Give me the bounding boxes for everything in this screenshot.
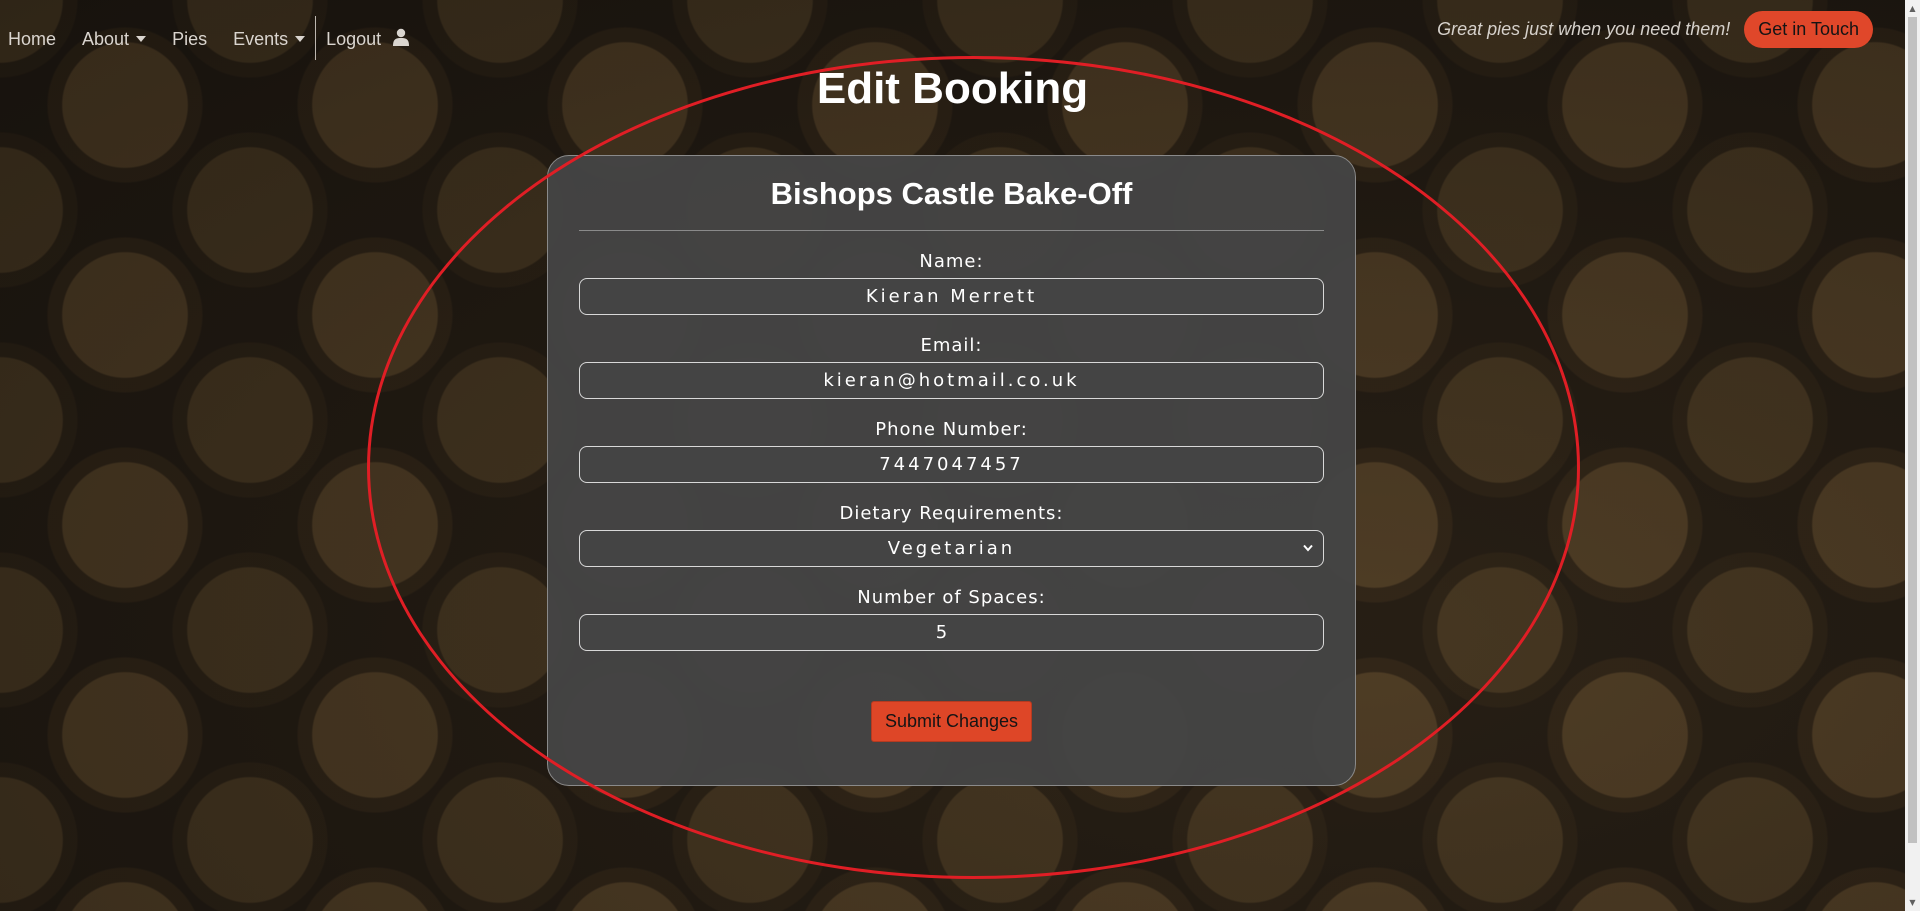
nav-divider xyxy=(315,16,317,60)
submit-changes-button[interactable]: Submit Changes xyxy=(870,701,1033,742)
dietary-label: Dietary Requirements: xyxy=(839,503,1064,524)
user-icon[interactable] xyxy=(393,28,410,51)
scroll-down-arrow-icon[interactable]: ▼ xyxy=(1905,894,1920,911)
nav-events-dropdown[interactable]: Events xyxy=(233,28,306,50)
nav-events-label: Events xyxy=(233,28,289,49)
event-title: Bishops Castle Bake-Off xyxy=(770,176,1133,211)
phone-input[interactable]: 7447047457 xyxy=(579,446,1324,483)
nav-right: Great pies just when you need them! Get … xyxy=(1437,11,1873,48)
page-title: Edit Booking xyxy=(816,64,1089,113)
name-label: Name: xyxy=(919,251,984,272)
get-in-touch-button[interactable]: Get in Touch xyxy=(1744,11,1873,48)
spaces-input[interactable]: 5 xyxy=(579,614,1324,651)
dietary-selected-value: Vegetarian xyxy=(887,538,1016,559)
scrollbar-thumb[interactable] xyxy=(1908,17,1917,843)
phone-field-group: Phone Number: 7447047457 xyxy=(579,399,1324,483)
name-input[interactable]: Kieran Merrett xyxy=(579,278,1324,315)
navbar: Home About Pies Events Logout Great pies… xyxy=(0,0,1905,60)
dietary-select[interactable]: Vegetarian xyxy=(579,530,1324,567)
email-input[interactable]: kieran@hotmail.co.uk xyxy=(579,362,1324,399)
spaces-field-group: Number of Spaces: 5 xyxy=(579,567,1324,651)
submit-wrap: Submit Changes xyxy=(548,701,1355,742)
dietary-field-group: Dietary Requirements: Vegetarian xyxy=(579,483,1324,567)
chevron-down-icon xyxy=(1303,531,1313,566)
email-label: Email: xyxy=(920,335,983,356)
caret-down-icon xyxy=(295,36,306,42)
spaces-label: Number of Spaces: xyxy=(857,587,1046,608)
email-field-group: Email: kieran@hotmail.co.uk xyxy=(579,315,1324,399)
tagline: Great pies just when you need them! xyxy=(1437,19,1731,39)
scroll-up-arrow-icon[interactable]: ▲ xyxy=(1905,0,1920,17)
page-scrollbar[interactable]: ▲ ▼ xyxy=(1905,0,1920,911)
edit-booking-form: Bishops Castle Bake-Off Name: Kieran Mer… xyxy=(547,155,1356,786)
caret-down-icon xyxy=(136,36,147,42)
nav-about-label: About xyxy=(82,28,130,49)
nav-pies[interactable]: Pies xyxy=(172,29,207,50)
nav-logout[interactable]: Logout xyxy=(326,29,381,50)
nav-home[interactable]: Home xyxy=(8,29,56,50)
nav-links: Home About Pies Events Logout xyxy=(8,16,410,60)
name-field-group: Name: Kieran Merrett xyxy=(579,231,1324,315)
nav-about-dropdown[interactable]: About xyxy=(82,28,147,50)
phone-label: Phone Number: xyxy=(875,419,1028,440)
